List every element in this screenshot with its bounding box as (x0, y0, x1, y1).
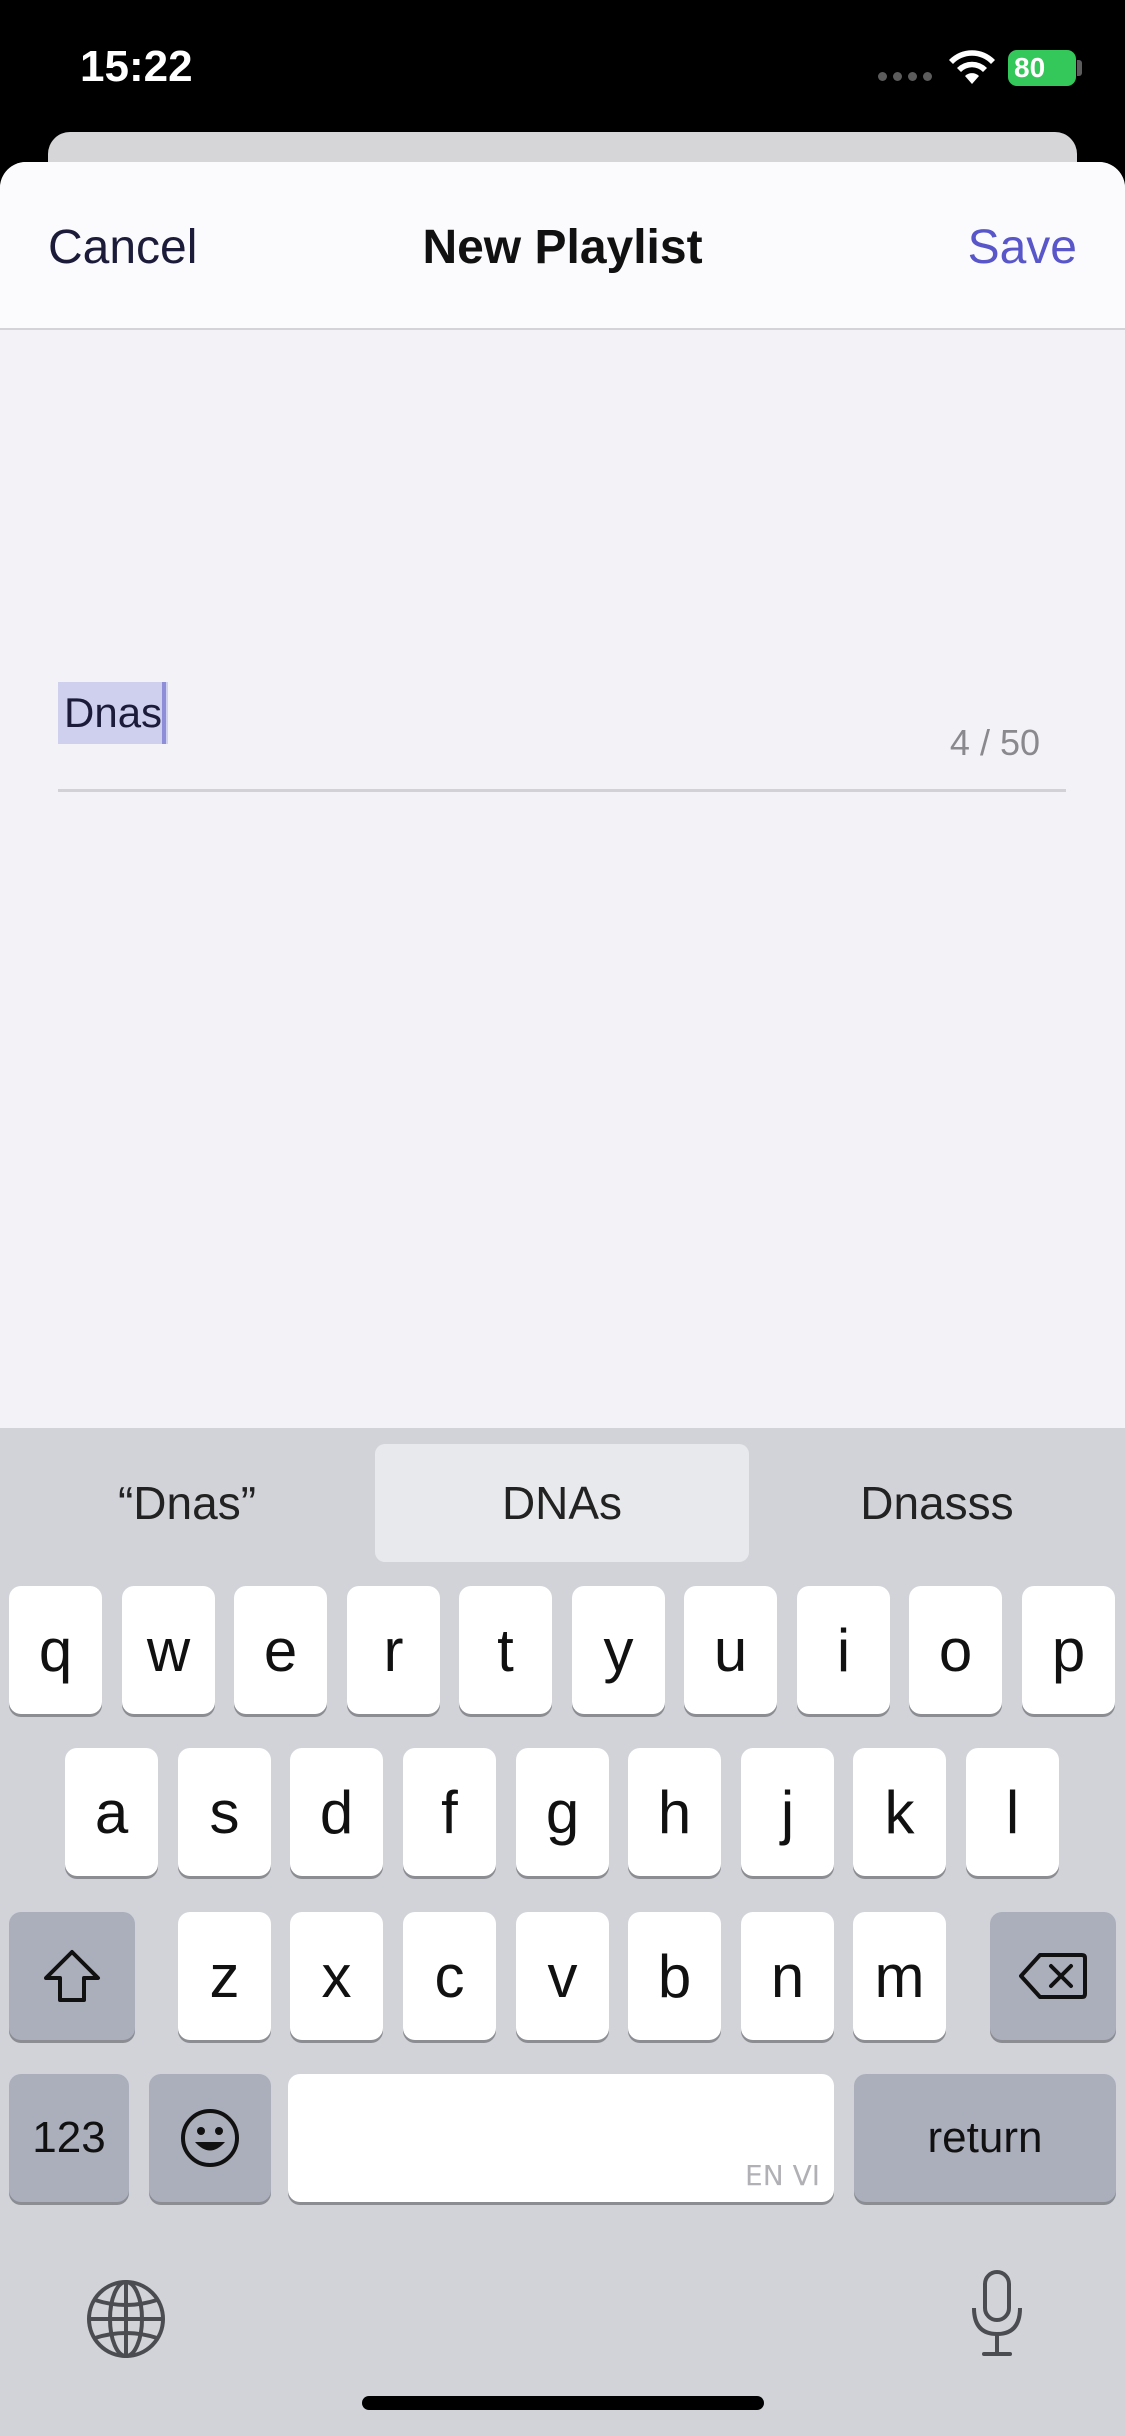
cellular-signal-icon (878, 72, 934, 84)
key-t[interactable]: t (459, 1586, 552, 1714)
delete-key[interactable] (990, 1912, 1116, 2040)
emoji-icon (181, 2109, 239, 2167)
key-y[interactable]: y (572, 1586, 665, 1714)
key-n[interactable]: n (741, 1912, 834, 2040)
space-key[interactable]: EN VI (288, 2074, 834, 2202)
suggestion-item[interactable]: DNAs (375, 1444, 749, 1562)
key-x[interactable]: x (290, 1912, 383, 2040)
key-g[interactable]: g (516, 1748, 609, 1876)
keyboard: “Dnas” DNAs Dnasss q w e r t y u i o p a… (0, 1428, 1125, 2436)
key-s[interactable]: s (178, 1748, 271, 1876)
numbers-key[interactable]: 123 (9, 2074, 129, 2202)
key-u[interactable]: u (684, 1586, 777, 1714)
key-a[interactable]: a (65, 1748, 158, 1876)
text-cursor (162, 682, 166, 744)
save-button[interactable]: Save (968, 220, 1077, 275)
playlist-name-field[interactable]: Dnas 4 / 50 (58, 682, 1066, 792)
key-p[interactable]: p (1022, 1586, 1115, 1714)
key-l[interactable]: l (966, 1748, 1059, 1876)
playlist-name-input[interactable]: Dnas (58, 682, 169, 744)
suggestion-bar: “Dnas” DNAs Dnasss (0, 1444, 1125, 1564)
key-f[interactable]: f (403, 1748, 496, 1876)
key-v[interactable]: v (516, 1912, 609, 2040)
key-h[interactable]: h (628, 1748, 721, 1876)
key-w[interactable]: w (122, 1586, 215, 1714)
key-k[interactable]: k (853, 1748, 946, 1876)
key-b[interactable]: b (628, 1912, 721, 2040)
key-d[interactable]: d (290, 1748, 383, 1876)
status-time: 15:22 (80, 42, 193, 91)
battery-level: 80 (1014, 52, 1046, 83)
key-j[interactable]: j (741, 1748, 834, 1876)
page-title: New Playlist (422, 221, 703, 274)
emoji-key[interactable] (149, 2074, 271, 2202)
battery-icon: 80 (1008, 50, 1076, 86)
key-c[interactable]: c (403, 1912, 496, 2040)
return-key[interactable]: return (854, 2074, 1116, 2202)
key-o[interactable]: o (909, 1586, 1002, 1714)
key-e[interactable]: e (234, 1586, 327, 1714)
character-count: 4 / 50 (949, 722, 1040, 763)
key-m[interactable]: m (853, 1912, 946, 2040)
keyboard-language-tag: EN VI (745, 2159, 820, 2192)
backspace-icon (1019, 1953, 1087, 1999)
suggestion-item[interactable]: “Dnas” (0, 1444, 374, 1562)
key-z[interactable]: z (178, 1912, 271, 2040)
key-q[interactable]: q (9, 1586, 102, 1714)
home-indicator (362, 2396, 764, 2410)
shift-icon (44, 1950, 100, 2002)
globe-icon[interactable] (85, 2278, 167, 2360)
microphone-icon[interactable] (968, 2268, 1026, 2360)
shift-key[interactable] (9, 1912, 135, 2040)
status-bar: 15:22 80 (0, 0, 1125, 135)
key-i[interactable]: i (797, 1586, 890, 1714)
suggestion-item[interactable]: Dnasss (750, 1444, 1124, 1562)
key-r[interactable]: r (347, 1586, 440, 1714)
battery-tip (1077, 60, 1082, 76)
navigation-bar: Cancel New Playlist Save (0, 162, 1125, 330)
wifi-icon (949, 50, 995, 84)
